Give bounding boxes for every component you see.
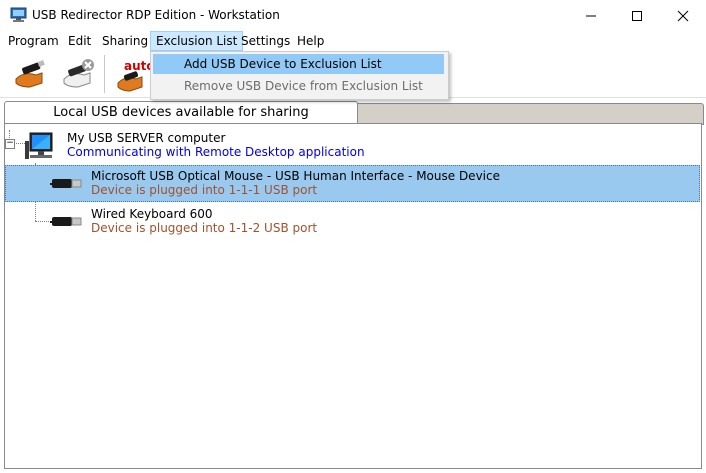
remove-from-exclusion-item[interactable]: Remove USB Device from Exclusion List (153, 76, 444, 96)
device-name[interactable]: Wired Keyboard 600 (91, 207, 213, 221)
share-device-button[interactable] (10, 55, 50, 93)
app-icon (10, 7, 27, 22)
usb-plug-icon (50, 217, 82, 226)
menu-help[interactable]: Help (292, 32, 329, 50)
computer-icon (25, 132, 53, 159)
menu-sharing[interactable]: Sharing (97, 32, 153, 50)
title-bar: USB Redirector RDP Edition - Workstation (0, 0, 706, 31)
menu-exclusion-list[interactable]: Exclusion List (150, 31, 244, 51)
exclusion-list-menu: Add USB Device to Exclusion List Remove … (150, 51, 449, 100)
device-name[interactable]: Microsoft USB Optical Mouse - USB Human … (91, 169, 500, 183)
tab-remote[interactable] (356, 103, 704, 125)
usb-plug-icon (50, 179, 82, 188)
tab-local-devices[interactable]: Local USB devices available for sharing (4, 101, 358, 125)
root-node-status: Communicating with Remote Desktop applic… (67, 145, 365, 159)
close-icon (677, 10, 689, 21)
menu-bar: Program Edit Sharing Exclusion List Sett… (0, 31, 706, 51)
maximize-button[interactable] (614, 0, 660, 31)
toolbar-separator (104, 55, 105, 93)
close-button[interactable] (660, 0, 706, 31)
maximize-icon (632, 10, 642, 21)
add-to-exclusion-item[interactable]: Add USB Device to Exclusion List (153, 54, 444, 74)
device-status: Device is plugged into 1-1-1 USB port (91, 183, 318, 197)
tab-strip: Local USB devices available for sharing (0, 101, 706, 125)
minimize-icon (586, 15, 596, 16)
menu-edit[interactable]: Edit (63, 32, 96, 50)
tree-connector (35, 221, 49, 222)
auto-share-button[interactable]: auto (114, 55, 155, 93)
auto-share-icon (117, 71, 143, 92)
menu-settings[interactable]: Settings (236, 32, 295, 50)
minimize-button[interactable] (568, 0, 614, 31)
collapse-icon[interactable]: − (5, 139, 15, 149)
menu-program[interactable]: Program (3, 32, 64, 50)
device-status: Device is plugged into 1-1-2 USB port (91, 221, 318, 235)
root-node-name[interactable]: My USB SERVER computer (67, 131, 225, 145)
window-title: USB Redirector RDP Edition - Workstation (32, 8, 280, 22)
unshare-device-button[interactable] (58, 55, 98, 93)
